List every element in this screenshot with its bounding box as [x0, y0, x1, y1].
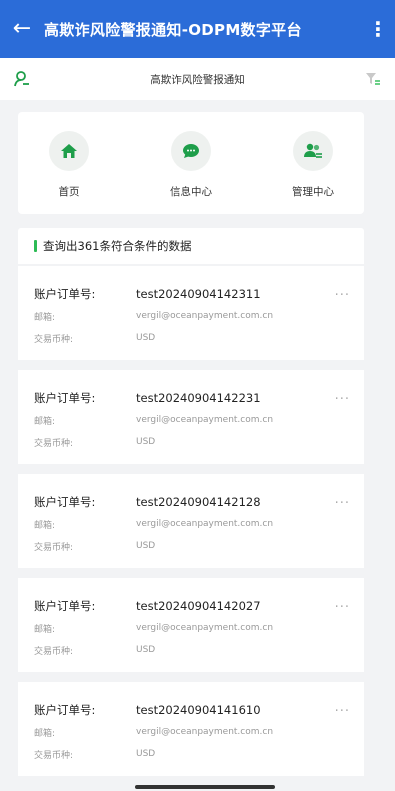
sub-header: 高欺诈风险警报通知: [0, 58, 395, 100]
menu-label: 信息中心: [170, 186, 212, 198]
currency-value: USD: [136, 645, 156, 655]
currency-label: 交易币种:: [34, 542, 74, 553]
list-item[interactable]: 账户订单号: test20240904142128 邮箱: vergil@ocean…: [18, 474, 364, 568]
more-horizontal-icon[interactable]: ···: [335, 704, 350, 719]
user-icon[interactable]: [0, 70, 44, 88]
email-value: vergil@oceanpayment.com.cn: [136, 623, 274, 633]
currency-label: 交易币种:: [34, 750, 74, 761]
app-bar: ← 高欺诈风险警报通知-ODPM数字平台 ⋮: [0, 0, 395, 58]
order-label: 账户订单号:: [34, 287, 96, 301]
arrow-left-icon[interactable]: ←: [0, 0, 44, 58]
email-value: vergil@oceanpayment.com.cn: [136, 415, 274, 425]
currency-label: 交易币种:: [34, 334, 74, 345]
list-item[interactable]: 账户订单号: test20240904142311 邮箱: vergil@ocean…: [18, 266, 364, 360]
email-value: vergil@oceanpayment.com.cn: [136, 519, 274, 529]
menu-label: 首页: [58, 186, 80, 198]
list-item[interactable]: 账户订单号: test20240904142027 邮箱: vergil@ocean…: [18, 578, 364, 672]
currency-value: USD: [136, 437, 156, 447]
message-icon: [171, 131, 211, 171]
filter-icon[interactable]: [351, 72, 395, 86]
order-number: test20240904142311: [136, 287, 261, 301]
quick-menu: 首页 信息中心 管理中心: [18, 112, 364, 214]
more-horizontal-icon[interactable]: ···: [335, 496, 350, 511]
order-number: test20240904142128: [136, 495, 261, 509]
currency-value: USD: [136, 333, 156, 343]
home-indicator: [135, 785, 275, 789]
list-item[interactable]: 账户订单号: test20240904141610 邮箱: vergil@ocean…: [18, 682, 364, 776]
menu-label: 管理中心: [292, 186, 334, 198]
result-count-text: 查询出361条符合条件的数据: [43, 239, 192, 253]
email-label: 邮箱:: [34, 728, 56, 739]
currency-label: 交易币种:: [34, 438, 74, 449]
order-label: 账户订单号:: [34, 703, 96, 717]
currency-value: USD: [136, 541, 156, 551]
app-title: 高欺诈风险警报通知-ODPM数字平台: [44, 20, 302, 39]
result-summary: 查询出361条符合条件的数据: [18, 228, 364, 264]
record-list: 账户订单号: test20240904142311 邮箱: vergil@ocean…: [18, 266, 364, 786]
more-horizontal-icon[interactable]: ···: [335, 600, 350, 615]
result-accent-bar: [34, 240, 37, 252]
sub-title: 高欺诈风险警报通知: [150, 73, 245, 86]
more-horizontal-icon[interactable]: ···: [335, 288, 350, 303]
email-value: vergil@oceanpayment.com.cn: [136, 311, 274, 321]
currency-label: 交易币种:: [34, 646, 74, 657]
menu-item-management[interactable]: 管理中心: [268, 112, 358, 214]
list-item[interactable]: 账户订单号: test20240904142231 邮箱: vergil@ocean…: [18, 370, 364, 464]
order-label: 账户订单号:: [34, 495, 96, 509]
email-value: vergil@oceanpayment.com.cn: [136, 727, 274, 737]
menu-item-messages[interactable]: 信息中心: [146, 112, 236, 214]
users-icon: [293, 131, 333, 171]
order-label: 账户订单号:: [34, 391, 96, 405]
order-label: 账户订单号:: [34, 599, 96, 613]
order-number: test20240904142027: [136, 599, 261, 613]
order-number: test20240904141610: [136, 703, 261, 717]
order-number: test20240904142231: [136, 391, 261, 405]
email-label: 邮箱:: [34, 520, 56, 531]
email-label: 邮箱:: [34, 312, 56, 323]
more-horizontal-icon[interactable]: ···: [335, 392, 350, 407]
currency-value: USD: [136, 749, 156, 759]
email-label: 邮箱:: [34, 624, 56, 635]
more-vertical-icon[interactable]: ⋮: [361, 17, 395, 41]
menu-item-home[interactable]: 首页: [24, 112, 114, 214]
home-icon: [49, 131, 89, 171]
email-label: 邮箱:: [34, 416, 56, 427]
